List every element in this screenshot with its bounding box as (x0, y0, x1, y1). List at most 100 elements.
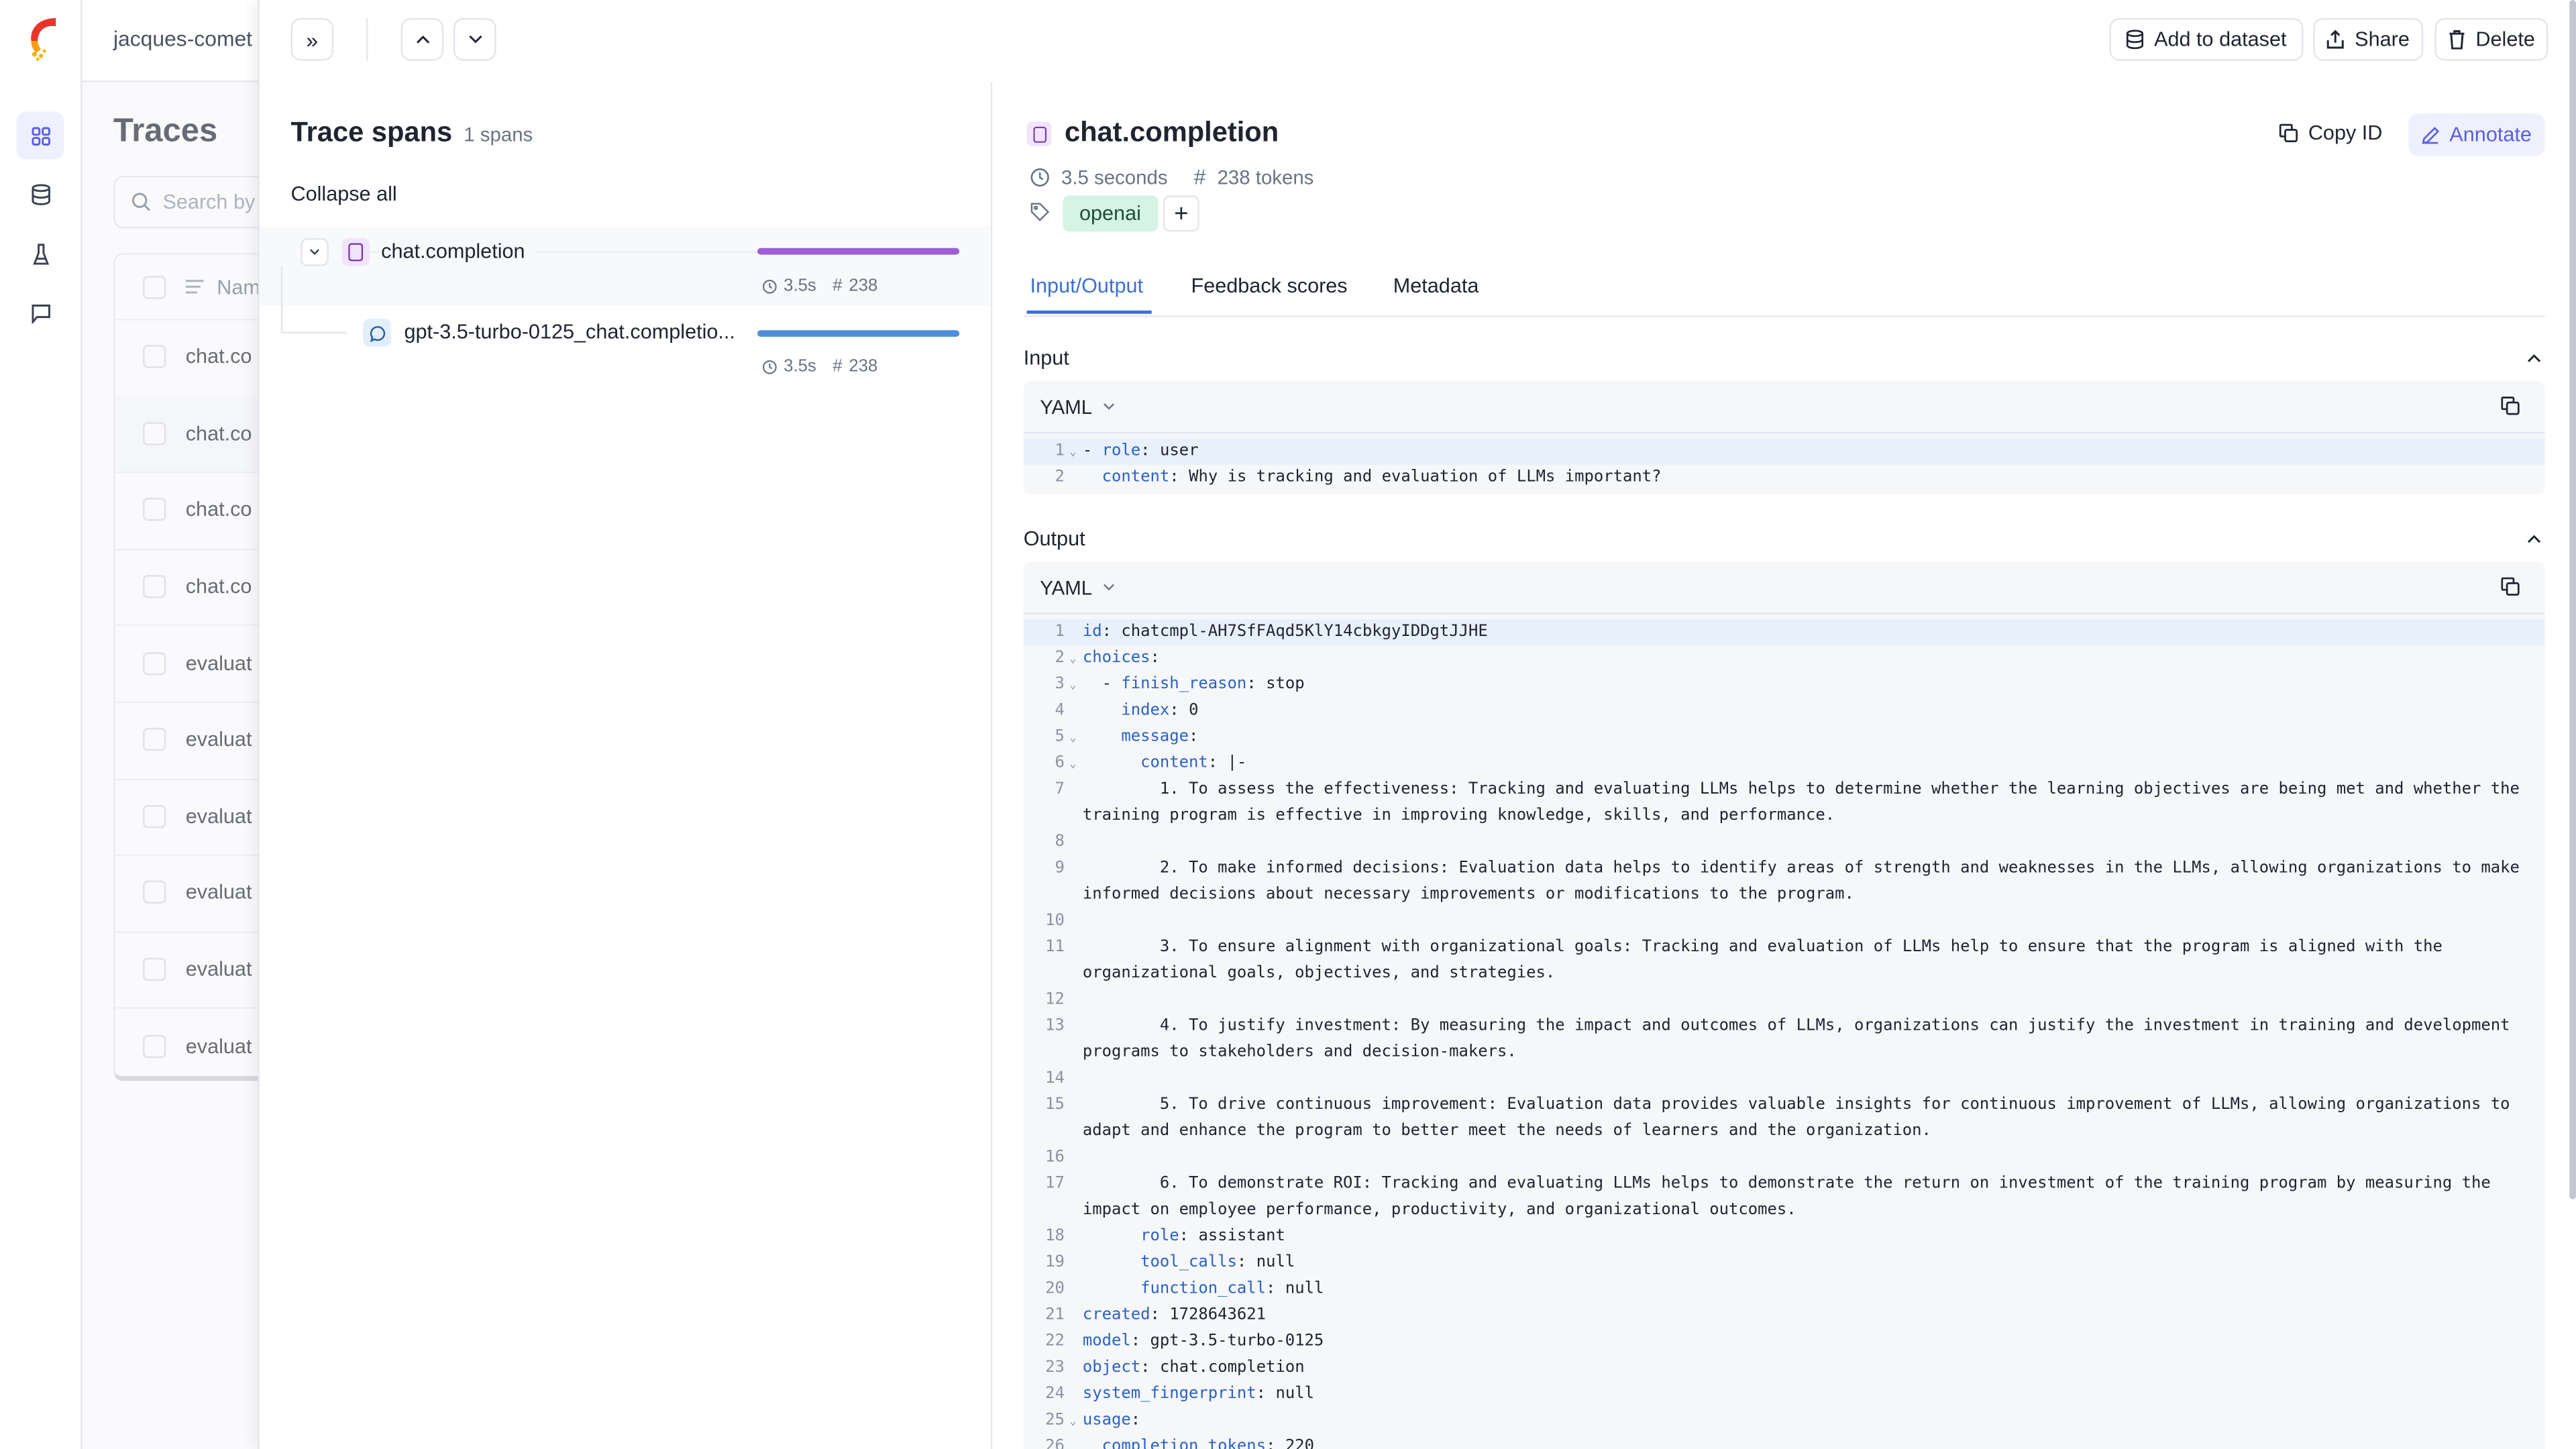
input-code-block: YAML 1 ⌄ - role: user 2 content: Why is tra… (1023, 381, 2545, 495)
output-section-label[interactable]: Output (1024, 527, 1085, 550)
collapse-span-toggle[interactable] (301, 238, 329, 266)
span-name[interactable]: gpt-3.5-turbo-0125_chat.completio... (404, 321, 735, 343)
nav-traces-icon[interactable] (16, 111, 64, 160)
chat-span-icon (363, 319, 391, 347)
fold-chevron-icon[interactable]: ⌄ (1065, 645, 1083, 672)
token-count: 238 tokens (1217, 165, 1314, 189)
tag-chip[interactable]: openai (1063, 195, 1158, 232)
tab-metadata[interactable]: Metadata (1393, 274, 1479, 297)
yaml-value: null (1285, 1279, 1324, 1298)
code-line: 1 id: chatcmpl-AH7SfFAqd5KlY14cbkgyIDDgtJ… (1023, 619, 2545, 646)
code-text: content: |- (1083, 751, 2536, 777)
chevron-up-icon[interactable] (2527, 354, 2542, 364)
fold-gutter (1065, 698, 1083, 724)
yaml-key: tool_calls (1140, 1253, 1237, 1272)
spans-count: 1 spans (464, 123, 533, 146)
code-line: 25 ⌄ usage: (1024, 1408, 2545, 1434)
output-code[interactable]: 1 id: chatcmpl-AH7SfFAqd5KlY14cbkgyIDDgtJ… (1023, 614, 2545, 1449)
fold-gutter (1065, 1250, 1083, 1277)
fold-gutter (1065, 619, 1083, 645)
indent: - (1082, 441, 1102, 460)
scrollbar-thumb[interactable] (2569, 0, 2576, 1199)
separator: : (1256, 1385, 1276, 1403)
yaml-key: object (1082, 1358, 1141, 1377)
input-code[interactable]: 1 ⌄ - role: user 2 content: Why is tracking… (1023, 434, 2545, 495)
span-duration-bar (757, 248, 960, 255)
line-number: 14 (1045, 1069, 1065, 1088)
trash-icon (2449, 30, 2465, 50)
database-icon[interactable] (16, 171, 64, 219)
chevron-up-icon[interactable] (2527, 534, 2542, 544)
line-number: 12 (1045, 990, 1065, 1009)
span-duration: 3.5s (784, 356, 816, 376)
next-trace-button[interactable] (453, 17, 496, 61)
chevron-down-icon (1103, 584, 1114, 591)
line-number: 15 (1045, 1095, 1065, 1114)
tab-feedback-scores[interactable]: Feedback scores (1191, 274, 1348, 297)
fold-chevron-icon[interactable]: ⌄ (1065, 672, 1083, 698)
tab-input-output[interactable]: Input/Output (1030, 274, 1144, 297)
trace-drawer: » Add to dataset Share Delete Trace span… (258, 0, 2576, 1449)
fold-chevron-icon[interactable]: ⌄ (1065, 1408, 1083, 1434)
span-title: chat.completion (1064, 116, 1279, 148)
chevron-down-icon (1103, 403, 1114, 410)
code-line: 5 ⌄ message: (1024, 724, 2545, 751)
line-number: 16 (1045, 1148, 1065, 1167)
span-meta: 3.5s # 238 (762, 356, 877, 376)
yaml-key: created (1082, 1305, 1150, 1324)
fold-chevron-icon[interactable]: ⌄ (1065, 439, 1083, 465)
input-section-label[interactable]: Input (1024, 347, 1069, 370)
share-button[interactable]: Share (2313, 17, 2424, 61)
code-line: 26 completion_tokens: 220 (1024, 1434, 2545, 1449)
span-tokens: 238 (849, 356, 878, 376)
fold-gutter (1065, 465, 1083, 491)
format-value: YAML (1040, 394, 1093, 419)
workspace-name[interactable]: jacques-comet (113, 26, 252, 51)
copy-id-button[interactable]: Copy ID (2279, 121, 2383, 145)
copy-icon[interactable] (2500, 577, 2520, 596)
span-stats: 3.5 seconds # 238 tokens (1030, 164, 1314, 189)
separator: : (1150, 1305, 1170, 1324)
collapse-all-button[interactable]: Collapse all (290, 182, 396, 205)
duration: 3.5 seconds (1061, 165, 1168, 189)
span-name[interactable]: chat.completion (381, 239, 535, 263)
yaml-key: finish_reason (1121, 675, 1247, 694)
tree-line (280, 331, 347, 334)
yaml-value: user (1159, 441, 1199, 460)
line-number: 17 (1045, 1175, 1065, 1193)
copy-id-label: Copy ID (2308, 121, 2383, 145)
expand-button[interactable]: » (290, 17, 334, 61)
add-tag-button[interactable]: + (1163, 195, 1199, 232)
separator: : (1189, 727, 1199, 746)
fold-gutter (1065, 1066, 1083, 1092)
fold-chevron-icon[interactable]: ⌄ (1065, 724, 1083, 751)
add-to-dataset-button[interactable]: Add to dataset (2109, 17, 2304, 61)
format-select[interactable]: YAML (1023, 381, 2545, 434)
previous-trace-button[interactable] (400, 17, 444, 61)
flask-icon[interactable] (16, 230, 64, 278)
comet-logo[interactable] (23, 15, 59, 61)
delete-label: Delete (2475, 28, 2535, 51)
fold-gutter (1065, 1329, 1083, 1355)
delete-button[interactable]: Delete (2434, 17, 2548, 61)
tag-icon (1030, 203, 1050, 221)
code-text: system_fingerprint: null (1083, 1382, 2536, 1408)
format-select[interactable]: YAML (1023, 562, 2545, 614)
annotate-button[interactable]: Annotate (2408, 113, 2545, 156)
code-line: 14 (1024, 1066, 2545, 1092)
yaml-key: completion_tokens (1102, 1437, 1267, 1449)
clock-icon (762, 359, 777, 374)
chevron-down-icon (309, 249, 319, 256)
code-line: 10 (1024, 908, 2545, 934)
fold-chevron-icon[interactable]: ⌄ (1065, 751, 1083, 777)
copy-icon[interactable] (2500, 396, 2520, 415)
separator: : (1130, 1332, 1150, 1351)
format-value: YAML (1040, 576, 1093, 599)
feedback-icon[interactable] (16, 289, 64, 337)
code-line: 7 1. To assess the effectiveness: Tracki… (1024, 777, 2545, 829)
yaml-value: 0 (1189, 701, 1199, 720)
code-text: - finish_reason: stop (1083, 672, 2536, 698)
code-line: 21 created: 1728643621 (1024, 1303, 2545, 1329)
